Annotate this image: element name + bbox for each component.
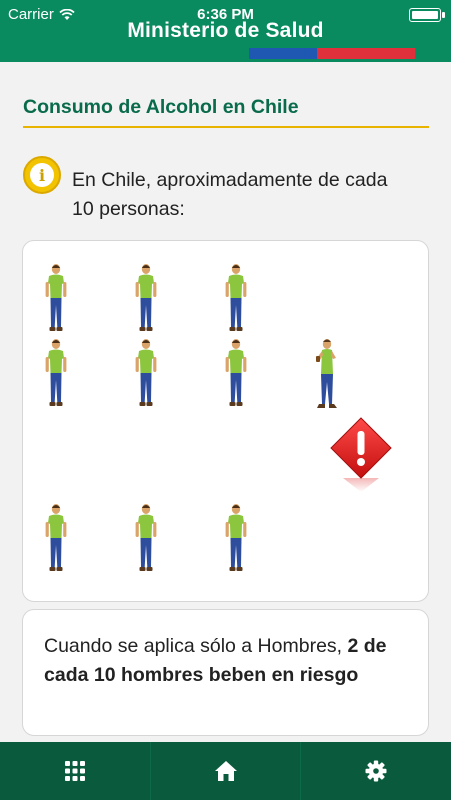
flag-stripe-red [317,48,415,59]
header-bar: Carrier 6:36 PM Ministerio de Salud [0,0,451,62]
info-icon: i [23,156,61,194]
summary-text: Cuando se aplica sólo a Hombres, 2 de ca… [44,632,414,690]
flag-stripe-blue [249,48,317,59]
person-icon [43,503,69,573]
gear-icon [365,760,387,782]
home-icon [214,761,237,781]
tab-settings[interactable] [301,742,451,800]
people-illustration-card [22,240,429,602]
warning-exclamation-icon [329,416,393,492]
person-icon [223,263,249,333]
tab-home[interactable] [151,742,302,800]
person-icon [223,338,249,408]
title-divider [23,126,429,128]
person-icon [43,263,69,333]
person-icon [133,338,159,408]
drinker-person-icon [313,338,343,410]
summary-text-normal: Cuando se aplica sólo a Hombres, [44,635,348,657]
app-title: Ministerio de Salud [127,19,324,42]
summary-card: Cuando se aplica sólo a Hombres, 2 de ca… [22,609,429,736]
info-text: En Chile, aproximadamente de cada 10 per… [72,169,388,220]
bottom-tab-bar [0,742,451,800]
page-title: Consumo de Alcohol en Chile [23,96,299,118]
app-screen: Carrier 6:36 PM Ministerio de Salud Cons… [0,0,451,800]
person-icon [223,503,249,573]
grid-icon [64,761,85,781]
person-icon [43,338,69,408]
person-icon [133,263,159,333]
tab-menu[interactable] [0,742,151,800]
person-icon [133,503,159,573]
